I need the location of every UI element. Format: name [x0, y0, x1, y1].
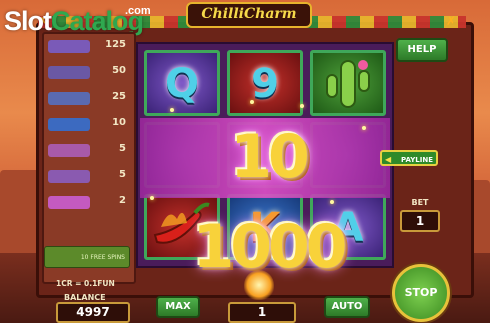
paytable-symbol: [48, 170, 90, 183]
bet-label: BET: [411, 198, 429, 207]
paytable-symbol: [48, 92, 90, 105]
paytable-symbol: [48, 196, 90, 209]
sparkle: [362, 126, 366, 130]
paytable-value: 25: [112, 91, 126, 102]
paytable-row: 2: [48, 194, 130, 212]
paytable-row: 5: [48, 142, 130, 160]
symbol-q: Q: [144, 50, 220, 116]
auto-button[interactable]: AUTO: [324, 296, 370, 318]
symbol-9: 9: [227, 50, 303, 116]
sparkle: [150, 196, 154, 200]
bet-value[interactable]: 1: [400, 210, 440, 232]
payline-label: PAYLINE: [400, 156, 433, 164]
max-button[interactable]: MAX: [156, 296, 200, 318]
cactus-icon: [310, 50, 386, 116]
sparkle: [170, 108, 174, 112]
paytable-row: 10: [48, 116, 130, 134]
paytable-symbol: [48, 118, 90, 131]
win-amount: 10 1000: [192, 122, 348, 282]
stop-button[interactable]: STOP: [392, 264, 450, 322]
symbol-letter: 9: [251, 61, 279, 107]
balance-value: 4997: [56, 302, 130, 323]
game-logo: ChilliCharm: [186, 2, 312, 28]
paytable-value: 2: [119, 195, 126, 206]
paytable-row: 25: [48, 90, 130, 108]
win-value: 1: [228, 302, 296, 323]
close-icon[interactable]: ✗: [446, 14, 456, 28]
paytable-value: 5: [119, 169, 126, 180]
paytable-symbol: [48, 144, 90, 157]
scatter-free-spins: 10 FREE SPINS: [44, 246, 130, 268]
payline-arrow-icon: ◀: [385, 155, 392, 164]
credit-rate: 1CR = 0.1FUN: [56, 279, 115, 288]
help-button[interactable]: HELP: [396, 38, 448, 62]
sparkle: [250, 100, 254, 104]
paytable-value: 10: [112, 117, 126, 128]
fire-icon: [244, 270, 274, 300]
balance-label: BALANCE: [64, 293, 106, 302]
payline-indicator: ◀ PAYLINE: [380, 150, 438, 166]
paytable-value: 125: [105, 39, 126, 50]
paytable-symbol: [48, 66, 90, 79]
cactus-icon: [326, 60, 370, 108]
paytable-value: 5: [119, 143, 126, 154]
paytable-symbol: [48, 40, 90, 53]
sparkle: [330, 200, 334, 204]
paytable-row: 5: [48, 168, 130, 186]
symbol-letter: Q: [164, 61, 199, 107]
paytable-row: 50: [48, 64, 130, 82]
paytable-value: 50: [112, 65, 126, 76]
paytable-row: 125: [48, 38, 130, 56]
sparkle: [300, 104, 304, 108]
watermark-part3: .com: [125, 5, 151, 17]
